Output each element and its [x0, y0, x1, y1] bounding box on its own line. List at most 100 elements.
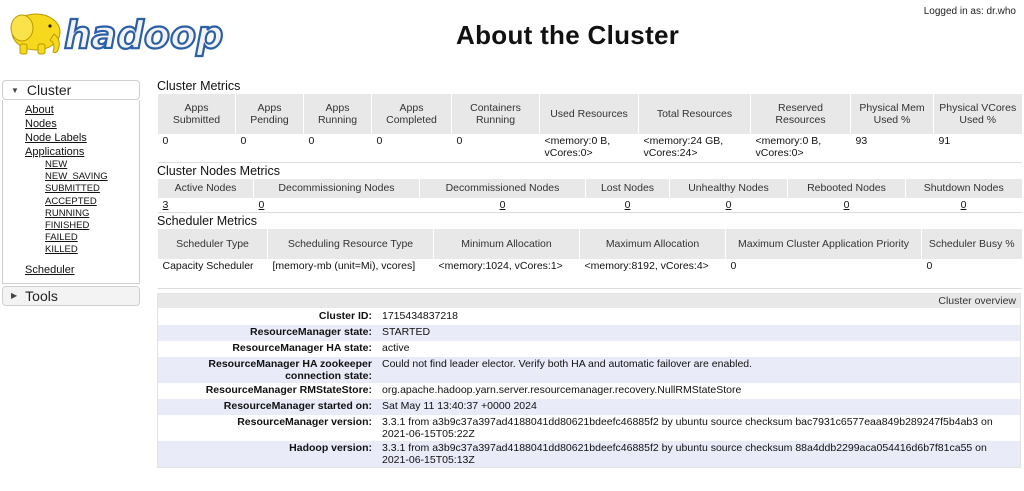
- table-cell: <memory:8192, vCores:4>: [579, 258, 726, 289]
- rebooted-nodes-link[interactable]: 0: [844, 199, 850, 211]
- sidebar-link-submitted[interactable]: SUBMITTED: [45, 183, 139, 195]
- info-row: ResourceManager HA zookeeper connection …: [158, 357, 1020, 383]
- scheduler-metrics-title: Scheduler Metrics: [157, 213, 258, 228]
- tools-section-label: Tools: [25, 287, 58, 304]
- logo-wordmark: hadoop: [64, 13, 223, 57]
- col-header[interactable]: Scheduler Busy %: [921, 228, 1022, 259]
- sidebar-link-running[interactable]: RUNNING: [45, 208, 139, 220]
- col-header[interactable]: Decommissioned Nodes: [419, 178, 586, 198]
- col-header[interactable]: Maximum Allocation: [579, 228, 726, 259]
- col-header[interactable]: Maximum Cluster Application Priority: [725, 228, 922, 259]
- info-label: Hadoop version:: [289, 442, 372, 454]
- col-header[interactable]: Reserved Resources: [750, 94, 851, 134]
- col-header[interactable]: Scheduler Type: [157, 228, 268, 259]
- cluster-metrics-title: Cluster Metrics: [157, 79, 241, 93]
- cluster-menu: About Nodes Node Labels Applications NEW…: [2, 100, 140, 284]
- col-header[interactable]: Apps Running: [303, 94, 372, 134]
- col-header[interactable]: Decommissioning Nodes: [253, 178, 420, 198]
- col-header[interactable]: Physical Mem Used %: [850, 94, 934, 134]
- table-cell: Capacity Scheduler: [157, 258, 268, 289]
- table-row: 3 0 0 0 0 0 0: [157, 197, 1022, 213]
- col-header[interactable]: Unhealthy Nodes: [669, 178, 788, 198]
- sidebar-link-new-saving[interactable]: NEW_SAVING: [45, 171, 139, 183]
- table-cell: 0: [725, 258, 922, 289]
- col-header[interactable]: Minimum Allocation: [433, 228, 580, 259]
- tools-section-toggle[interactable]: ▶ Tools: [2, 285, 140, 306]
- sidebar-link-new[interactable]: NEW: [45, 159, 139, 171]
- nodes-header-row: Active Nodes Decommissioning Nodes Decom…: [157, 178, 1022, 198]
- col-header[interactable]: Apps Pending: [235, 94, 304, 134]
- sidebar-link-scheduler[interactable]: Scheduler: [25, 263, 139, 277]
- col-header[interactable]: Containers Running: [451, 94, 540, 134]
- decommissioning-nodes-link[interactable]: 0: [259, 199, 265, 211]
- cluster-section-label: Cluster: [26, 82, 72, 98]
- info-value: 1715434837218: [382, 310, 458, 322]
- info-label: ResourceManager HA state:: [232, 342, 372, 354]
- cluster-metrics-table: Apps Submitted Apps Pending Apps Running…: [157, 94, 1022, 163]
- table-cell: 0: [235, 134, 304, 163]
- table-cell: [memory-mb (unit=Mi), vcores]: [267, 258, 434, 289]
- sidebar-link-node-labels[interactable]: Node Labels: [25, 131, 139, 145]
- shutdown-nodes-link[interactable]: 0: [961, 199, 967, 211]
- info-row: ResourceManager HA state: active: [158, 341, 1020, 357]
- table-cell: 0: [303, 134, 372, 163]
- info-row: Hadoop version: 3.3.1 from a3b9c37a397ad…: [158, 441, 1020, 467]
- info-value: active: [382, 342, 410, 354]
- cluster-section-toggle[interactable]: ▼ Cluster: [2, 80, 140, 100]
- metrics-header-row: Apps Submitted Apps Pending Apps Running…: [157, 94, 1022, 134]
- login-status: Logged in as: dr.who: [923, 6, 1016, 17]
- info-value: org.apache.hadoop.yarn.server.resourcema…: [382, 384, 742, 396]
- elephant-icon: hadoop: [10, 12, 224, 58]
- info-value: Could not find leader elector. Verify bo…: [382, 358, 753, 370]
- info-label: ResourceManager HA zookeeper connection …: [208, 358, 372, 382]
- info-row: Cluster ID: 1715434837218: [158, 309, 1020, 325]
- sidebar-link-accepted[interactable]: ACCEPTED: [45, 196, 139, 208]
- table-cell: 0: [921, 258, 1022, 289]
- decommissioned-nodes-link[interactable]: 0: [500, 199, 506, 211]
- col-header[interactable]: Apps Submitted: [157, 94, 236, 134]
- table-cell: <memory:0 B, vCores:0>: [539, 134, 639, 163]
- info-label: Cluster ID:: [318, 310, 372, 322]
- scheduler-metrics-table: Scheduler Type Scheduling Resource Type …: [157, 228, 1022, 289]
- cluster-overview-title: Cluster overview: [158, 294, 1020, 308]
- unhealthy-nodes-link[interactable]: 0: [726, 199, 732, 211]
- info-label: ResourceManager state:: [250, 326, 372, 338]
- sidebar-link-applications[interactable]: Applications: [25, 145, 139, 159]
- table-cell: 93: [850, 134, 934, 163]
- table-cell: <memory:0 B, vCores:0>: [750, 134, 851, 163]
- sidebar-link-failed[interactable]: FAILED: [45, 232, 139, 244]
- active-nodes-link[interactable]: 3: [163, 199, 169, 211]
- table-row: 0 0 0 0 0 <memory:0 B, vCores:0> <memory…: [157, 134, 1022, 163]
- sidebar: ▼ Cluster About Nodes Node Labels Applic…: [2, 80, 140, 306]
- main-content: Cluster Metrics Apps Submitted Apps Pend…: [157, 78, 1022, 468]
- table-cell: <memory:1024, vCores:1>: [433, 258, 580, 289]
- col-header[interactable]: Lost Nodes: [585, 178, 670, 198]
- scheduler-header-row: Scheduler Type Scheduling Resource Type …: [157, 228, 1022, 259]
- node-metrics-title: Cluster Nodes Metrics: [157, 163, 280, 178]
- col-header[interactable]: Physical VCores Used %: [933, 94, 1022, 134]
- cluster-overview-table: Cluster ID: 1715434837218 ResourceManage…: [158, 309, 1020, 467]
- sidebar-link-killed[interactable]: KILLED: [45, 244, 139, 256]
- hadoop-logo: hadoop: [4, 4, 246, 62]
- triangle-down-icon: ▼: [11, 85, 19, 95]
- info-row: ResourceManager state: STARTED: [158, 325, 1020, 341]
- col-header[interactable]: Scheduling Resource Type: [267, 228, 434, 259]
- col-header[interactable]: Apps Completed: [371, 94, 452, 134]
- sidebar-link-finished[interactable]: FINISHED: [45, 220, 139, 232]
- table-cell: <memory:24 GB, vCores:24>: [638, 134, 751, 163]
- col-header[interactable]: Total Resources: [638, 94, 751, 134]
- page-title: About the Cluster: [456, 20, 680, 50]
- sidebar-link-nodes[interactable]: Nodes: [25, 117, 139, 131]
- triangle-right-icon: ▶: [11, 291, 18, 301]
- info-row: ResourceManager started on: Sat May 11 1…: [158, 399, 1020, 415]
- col-header[interactable]: Active Nodes: [157, 178, 254, 198]
- col-header[interactable]: Shutdown Nodes: [905, 178, 1022, 198]
- table-cell: 91: [933, 134, 1022, 163]
- col-header[interactable]: Rebooted Nodes: [787, 178, 906, 198]
- app-state-list: NEW NEW_SAVING SUBMITTED ACCEPTED RUNNIN…: [25, 159, 139, 257]
- col-header[interactable]: Used Resources: [539, 94, 639, 134]
- lost-nodes-link[interactable]: 0: [625, 199, 631, 211]
- table-cell: 0: [451, 134, 540, 163]
- info-value: 3.3.1 from a3b9c37a397ad4188041dd80621bd…: [382, 442, 987, 466]
- sidebar-link-about[interactable]: About: [25, 103, 139, 117]
